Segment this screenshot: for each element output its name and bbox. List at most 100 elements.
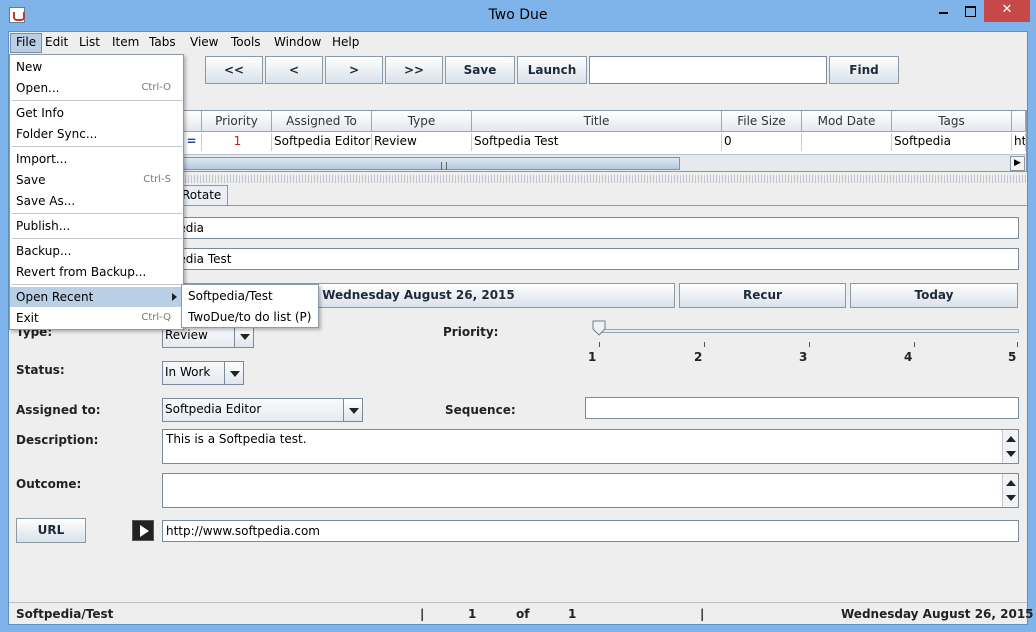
- menu-separator: [12, 213, 182, 214]
- menu-help[interactable]: Help: [327, 33, 364, 53]
- menu-item-folder-sync[interactable]: Folder Sync...: [10, 124, 183, 144]
- menu-tabs[interactable]: Tabs: [144, 33, 181, 53]
- maximize-button[interactable]: [957, 0, 983, 22]
- menu-window[interactable]: Window: [269, 33, 326, 53]
- outcome-scrollbar[interactable]: [1002, 474, 1018, 507]
- cell-overflow[interactable]: htt: [1012, 133, 1026, 151]
- menu-item-get-info[interactable]: Get Info: [10, 103, 183, 123]
- cell-assigned-to[interactable]: Softpedia Editor: [272, 133, 372, 151]
- scroll-right-arrow-icon[interactable]: ▶: [1010, 156, 1025, 171]
- menu-item-label: Backup...: [16, 244, 72, 258]
- column-header-type[interactable]: Type: [372, 111, 472, 132]
- column-header-file-size[interactable]: File Size: [722, 111, 802, 132]
- scroll-up-arrow-icon[interactable]: [1006, 480, 1016, 486]
- column-header-overflow[interactable]: [1012, 111, 1026, 132]
- tick-mark: [809, 342, 810, 347]
- assigned-to-select-value: Softpedia Editor: [165, 402, 262, 416]
- chevron-down-icon[interactable]: [224, 362, 243, 384]
- menu-view[interactable]: View: [185, 33, 223, 53]
- minimize-button[interactable]: [930, 0, 956, 22]
- next-button[interactable]: >: [325, 56, 383, 84]
- scroll-down-arrow-icon[interactable]: [1006, 495, 1016, 501]
- grip-icon: [441, 162, 447, 170]
- menu-edit[interactable]: Edit: [40, 33, 73, 53]
- description-textarea[interactable]: This is a Softpedia test.: [162, 429, 1019, 464]
- menu-item-backup[interactable]: Backup...: [10, 241, 183, 261]
- sequence-label: Sequence:: [445, 403, 516, 417]
- cell-title[interactable]: Softpedia Test: [472, 133, 722, 151]
- status-select[interactable]: In Work: [162, 361, 244, 385]
- menu-item-label: Revert from Backup...: [16, 265, 147, 279]
- status-current-index: 1: [468, 607, 477, 621]
- today-button[interactable]: Today: [850, 283, 1018, 308]
- app-window: Two Due ✕ File Edit List Item Tabs View …: [0, 0, 1036, 632]
- menu-item-label: Save: [16, 173, 46, 187]
- chevron-down-icon[interactable]: [343, 399, 362, 421]
- priority-slider-track[interactable]: [599, 329, 1019, 333]
- shortcut-label: Ctrl-S: [143, 174, 171, 185]
- cell-priority[interactable]: 1: [202, 133, 272, 151]
- scroll-down-arrow-icon[interactable]: [1006, 451, 1016, 457]
- priority-slider-thumb[interactable]: [592, 320, 606, 336]
- status-list-name: Softpedia/Test: [16, 607, 114, 621]
- assigned-to-select[interactable]: Softpedia Editor: [162, 398, 363, 422]
- menu-list[interactable]: List: [74, 33, 105, 53]
- sequence-field[interactable]: [585, 397, 1019, 419]
- first-button[interactable]: <<: [205, 56, 263, 84]
- menu-item-new[interactable]: New: [10, 57, 183, 77]
- menu-item-exit[interactable]: Exit Ctrl-Q: [10, 308, 183, 328]
- file-menu-popup: New Open... Ctrl-O Get Info Folder Sync..…: [9, 54, 184, 330]
- cell-tags[interactable]: Softpedia: [892, 133, 1012, 151]
- url-field[interactable]: http://www.softpedia.com: [162, 520, 1019, 542]
- cell-type[interactable]: Review: [372, 133, 472, 151]
- column-header-priority[interactable]: Priority: [202, 111, 272, 132]
- column-header-assigned-to[interactable]: Assigned To: [272, 111, 372, 132]
- column-header-mod-date[interactable]: Mod Date: [802, 111, 892, 132]
- recent-item[interactable]: TwoDue/to do list (P): [182, 307, 318, 328]
- last-button[interactable]: >>: [385, 56, 443, 84]
- menu-item-save[interactable]: Save Ctrl-S: [10, 170, 183, 190]
- launch-button[interactable]: Launch: [517, 56, 587, 84]
- save-button[interactable]: Save: [445, 56, 515, 84]
- recent-item[interactable]: Softpedia/Test: [182, 286, 318, 307]
- priority-tick-4: 4: [904, 350, 913, 364]
- play-icon[interactable]: [132, 520, 154, 541]
- menu-item-label: Exit: [16, 311, 39, 325]
- chevron-down-icon[interactable]: [234, 325, 253, 347]
- column-header-tags[interactable]: Tags: [892, 111, 1012, 132]
- menu-item-open[interactable]: Open... Ctrl-O: [10, 78, 183, 98]
- shortcut-label: Ctrl-Q: [141, 312, 171, 323]
- find-button[interactable]: Find: [829, 56, 899, 84]
- priority-tick-3: 3: [799, 350, 808, 364]
- cell-mod-date[interactable]: [802, 133, 892, 151]
- outcome-textarea[interactable]: [162, 473, 1019, 508]
- recur-button[interactable]: Recur: [679, 283, 846, 308]
- status-select-value: In Work: [165, 365, 211, 379]
- open-recent-submenu: Softpedia/Test TwoDue/to do list (P): [181, 284, 319, 328]
- find-input[interactable]: [589, 56, 827, 84]
- scroll-up-arrow-icon[interactable]: [1006, 436, 1016, 442]
- menu-file[interactable]: File: [10, 33, 43, 53]
- column-header-title[interactable]: Title: [472, 111, 722, 132]
- close-button[interactable]: ✕: [984, 0, 1030, 22]
- menu-item[interactable]: Item: [107, 33, 144, 53]
- previous-button[interactable]: <: [265, 56, 323, 84]
- cell-file-size[interactable]: 0: [722, 133, 802, 151]
- description-scrollbar[interactable]: [1002, 430, 1018, 463]
- tick-mark: [599, 342, 600, 347]
- menu-item-save-as[interactable]: Save As...: [10, 191, 183, 211]
- menu-item-open-recent[interactable]: Open Recent: [10, 287, 183, 307]
- menu-item-revert-from-backup[interactable]: Revert from Backup...: [10, 262, 183, 282]
- title-field[interactable]: tpedia Test: [162, 248, 1019, 270]
- list-name-field[interactable]: tpedia: [162, 217, 1019, 239]
- tick-mark: [914, 342, 915, 347]
- menu-tools[interactable]: Tools: [226, 33, 266, 53]
- menu-item-label: Folder Sync...: [16, 127, 98, 141]
- menu-item-publish[interactable]: Publish...: [10, 216, 183, 236]
- url-button[interactable]: URL: [16, 518, 86, 543]
- menu-item-label: Save As...: [16, 194, 76, 208]
- menu-item-import[interactable]: Import...: [10, 149, 183, 169]
- window-title: Two Due: [488, 7, 548, 23]
- assigned-to-label: Assigned to:: [16, 403, 101, 417]
- status-bar: Softpedia/Test | 1 of 1 | Wednesday Augu…: [9, 602, 1034, 624]
